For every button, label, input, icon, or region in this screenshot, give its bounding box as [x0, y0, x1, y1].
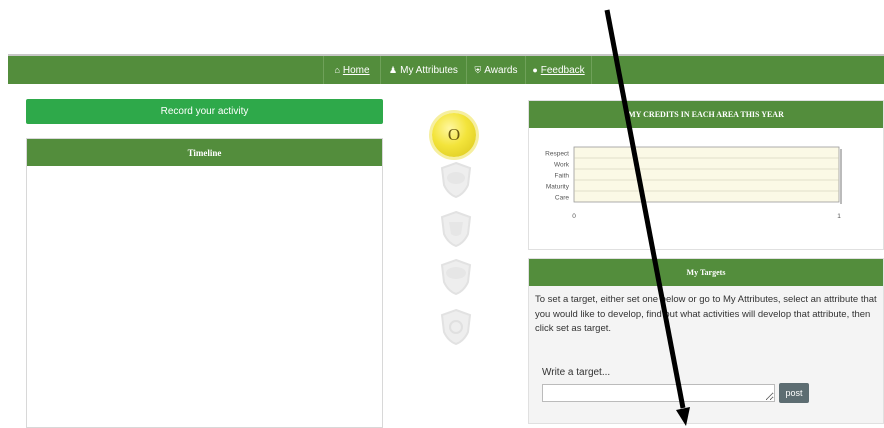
home-icon: ⌂ [334, 65, 340, 75]
user-icon: ♟ [389, 64, 398, 75]
target-input[interactable] [542, 384, 775, 402]
credits-title: MY CREDITS IN EACH AREA THIS YEAR [529, 101, 883, 128]
chart-category-label: Faith [555, 173, 570, 180]
locked-shield-badge-1[interactable] [439, 161, 473, 199]
top-navbar: ⌂ Home ♟ My Attributes ⛨ Awards ● Feedba… [8, 54, 884, 84]
chart-tick-label: 0 [572, 213, 576, 220]
chart-plot-area [573, 146, 840, 203]
gold-medal-badge[interactable]: O [432, 113, 476, 157]
nav-awards-label: Awards [484, 64, 518, 76]
chart-category-label: Care [555, 195, 569, 202]
target-field-label: Write a target... [542, 367, 611, 378]
chart-category-label: Maturity [546, 184, 570, 191]
credits-panel: MY CREDITS IN EACH AREA THIS YEAR Respec… [528, 100, 884, 250]
chart-tick-label: 1 [837, 213, 841, 220]
locked-shield-badge-3[interactable] [439, 258, 473, 296]
chart-category-label: Respect [545, 151, 569, 158]
credits-chart: Respect Work Faith Maturity Care 0 1 [545, 146, 842, 220]
nav-feedback-label: Feedback [540, 64, 585, 76]
gold-medal-label: O [447, 125, 461, 144]
comment-icon: ● [532, 65, 538, 75]
timeline-title: Timeline [27, 139, 382, 166]
shield-icon: ⛨ [474, 64, 482, 75]
timeline-panel: Timeline [26, 138, 383, 428]
chart-category-label: Work [554, 162, 570, 169]
post-button[interactable]: post [779, 383, 809, 403]
targets-description: To set a target, either set one below or… [535, 294, 877, 334]
targets-title: My Targets [529, 259, 883, 286]
locked-shield-badge-4[interactable] [439, 308, 473, 346]
nav-awards-link[interactable]: ⛨ Awards [466, 56, 525, 84]
record-activity-button[interactable]: Record your activity [26, 99, 383, 124]
nav-attributes-label: My Attributes [400, 64, 458, 76]
locked-shield-badge-2[interactable] [439, 210, 473, 248]
nav-home-label: Home [342, 64, 370, 76]
nav-home-link[interactable]: ⌂ Home [323, 56, 380, 84]
nav-feedback-link[interactable]: ● Feedback [525, 56, 592, 84]
targets-panel: My Targets To set a target, either set o… [528, 258, 884, 424]
nav-attributes-link[interactable]: ♟ My Attributes [380, 56, 466, 84]
